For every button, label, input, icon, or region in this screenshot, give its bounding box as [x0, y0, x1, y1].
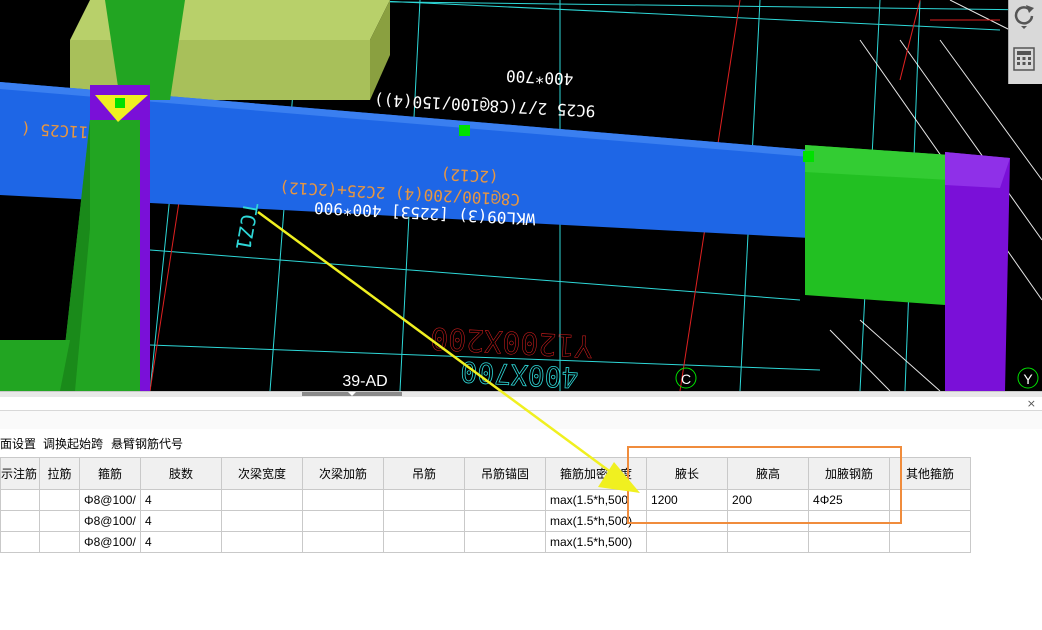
- col-header[interactable]: 次梁宽度: [221, 457, 304, 490]
- chevron-down-icon[interactable]: [348, 392, 356, 396]
- table-cell[interactable]: 4: [140, 510, 223, 532]
- beam-top-label-1: 400*700: [506, 66, 574, 89]
- table-cell[interactable]: max(1.5*h,500): [545, 531, 648, 553]
- refresh-icon[interactable]: [1012, 2, 1040, 34]
- grip-point-mid[interactable]: [459, 125, 470, 136]
- view-toolbar: [1008, 0, 1042, 84]
- table-cell[interactable]: [221, 510, 304, 532]
- table-cell[interactable]: [808, 531, 891, 553]
- table-cell[interactable]: [302, 510, 385, 532]
- axis-label-39ad: 39-AD: [342, 373, 387, 390]
- table-cell[interactable]: 4: [140, 489, 223, 511]
- model-canvas[interactable]: 400*700 9C25 2/7(C8@100/150(4)) 11C25 ( …: [0, 0, 1042, 391]
- column-right-purple: [945, 152, 1010, 391]
- table-row[interactable]: Φ8@100/ 4 max(1.5*h,500): [0, 531, 972, 553]
- table-cell[interactable]: Φ8@100/: [79, 489, 142, 511]
- side-label: TCZ1: [231, 200, 263, 252]
- lower-label-1: Y1200X200: [429, 320, 593, 363]
- table-cell[interactable]: [0, 531, 41, 553]
- table-cell[interactable]: [727, 531, 810, 553]
- col-header[interactable]: 箍筋: [79, 457, 142, 490]
- table-cell[interactable]: [0, 510, 41, 532]
- axis-y-label: Y: [1023, 371, 1033, 387]
- table-cell[interactable]: [464, 489, 547, 511]
- table-cell[interactable]: [0, 489, 41, 511]
- close-icon[interactable]: ×: [1027, 397, 1036, 410]
- table-cell[interactable]: Φ8@100/: [79, 510, 142, 532]
- table-cell[interactable]: [221, 531, 304, 553]
- table-cell[interactable]: [39, 489, 81, 511]
- beam-left-fragment: 11C25 (: [21, 119, 89, 142]
- table-cell[interactable]: [39, 531, 81, 553]
- table-cell[interactable]: [383, 510, 466, 532]
- table-cell[interactable]: [646, 531, 729, 553]
- col-header[interactable]: 吊筋锚固: [464, 457, 547, 490]
- table-cell[interactable]: [39, 510, 81, 532]
- table-cell[interactable]: [302, 531, 385, 553]
- table-cell[interactable]: [383, 531, 466, 553]
- cad-3d-viewport[interactable]: 400*700 9C25 2/7(C8@100/150(4)) 11C25 ( …: [0, 0, 1042, 391]
- col-header[interactable]: 次梁加筋: [302, 457, 385, 490]
- table-cell[interactable]: 4: [140, 531, 223, 553]
- col-header[interactable]: 示注筋: [0, 457, 41, 490]
- beam-mid-label-1: (2C12): [440, 164, 499, 186]
- haunch-highlight-box: [627, 446, 902, 524]
- axis-c-label: C: [681, 371, 691, 387]
- table-cell[interactable]: [221, 489, 304, 511]
- table-cell[interactable]: [383, 489, 466, 511]
- panel-header-bar: [0, 410, 1042, 431]
- menu-section-settings[interactable]: 面设置: [0, 435, 36, 452]
- menu-cantilever-code[interactable]: 悬臂钢筋代号: [111, 435, 183, 452]
- col-header[interactable]: 拉筋: [39, 457, 81, 490]
- menu-swap-start-span[interactable]: 调换起始跨: [43, 435, 103, 452]
- lower-label-2: 400X700: [460, 355, 580, 391]
- grip-point-right[interactable]: [803, 151, 814, 162]
- col-header[interactable]: 吊筋: [383, 457, 466, 490]
- table-cell[interactable]: [302, 489, 385, 511]
- table-cell[interactable]: [464, 510, 547, 532]
- col-header[interactable]: 肢数: [140, 457, 223, 490]
- table-cell[interactable]: [464, 531, 547, 553]
- table-cell[interactable]: Φ8@100/: [79, 531, 142, 553]
- calculator-icon[interactable]: [1012, 44, 1040, 76]
- table-cell[interactable]: [889, 531, 972, 553]
